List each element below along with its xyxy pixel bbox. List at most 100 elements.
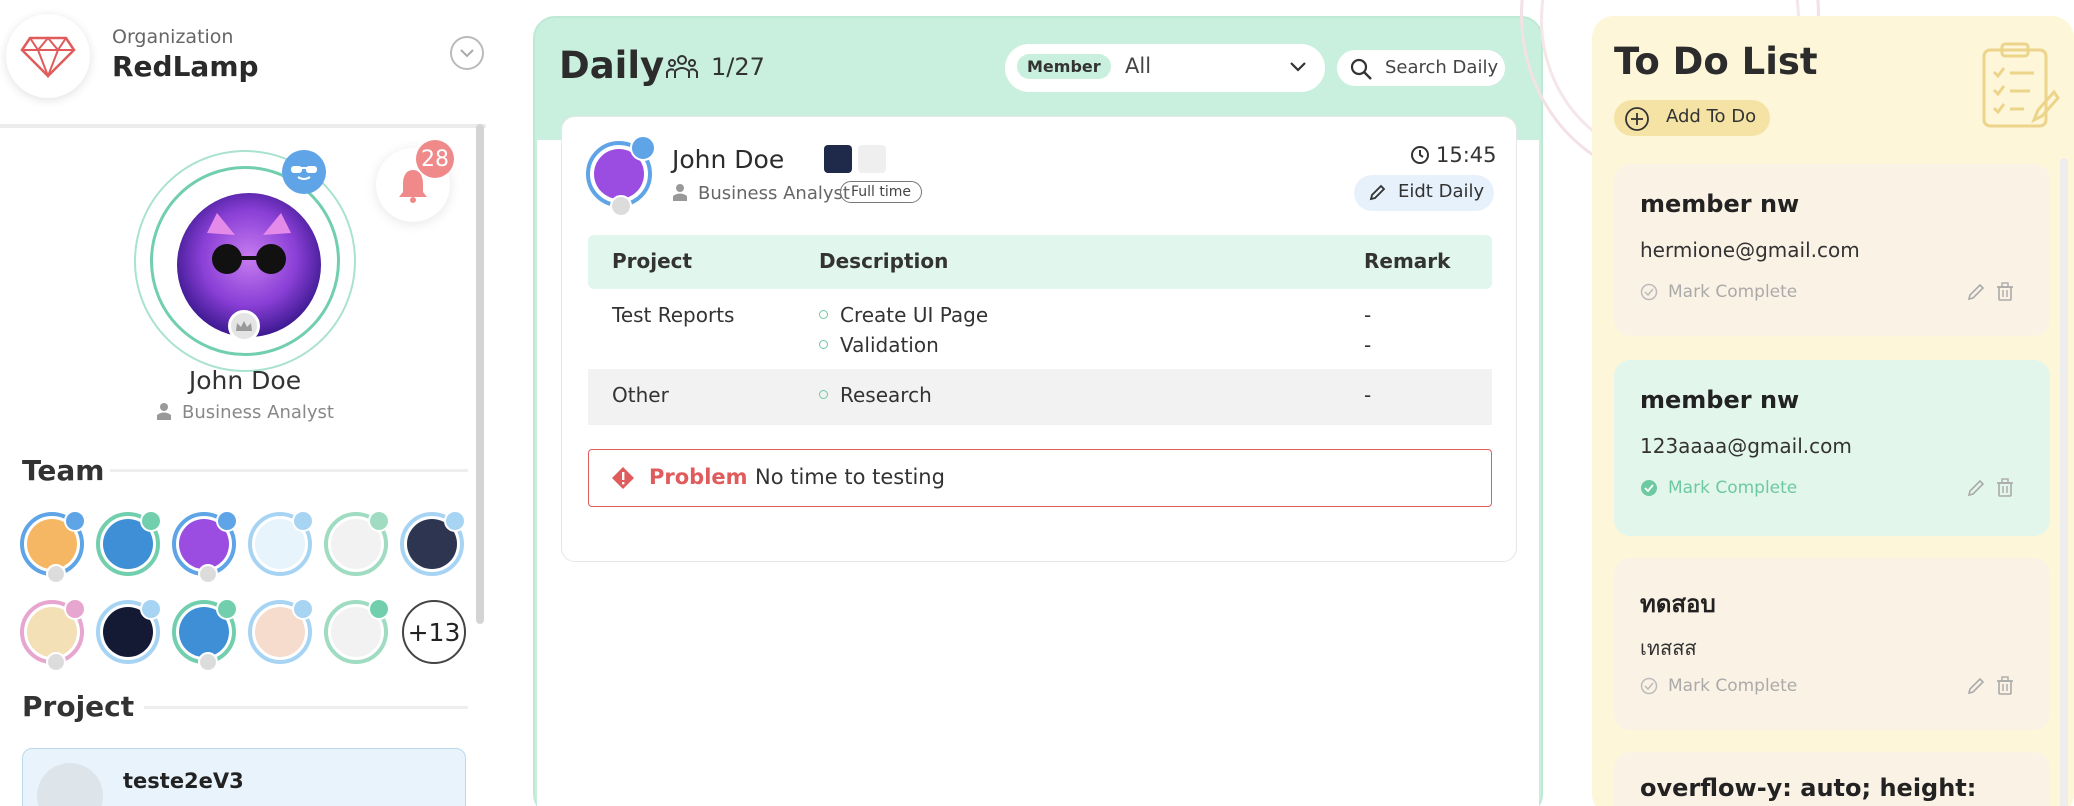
description-item: Validation xyxy=(819,333,939,357)
edit-daily-label: Eidt Daily xyxy=(1398,181,1485,202)
edit-daily-button[interactable]: Eidt Daily xyxy=(1354,175,1494,211)
problem-alert: Problem No time to testing xyxy=(588,449,1492,507)
clipboard-checklist-icon xyxy=(1980,40,2060,134)
search-daily-button[interactable]: Search Daily xyxy=(1337,50,1505,86)
crown-icon xyxy=(46,652,66,672)
member-filter-value: All xyxy=(1125,54,1152,78)
entry-time-value: 15:45 xyxy=(1436,143,1497,167)
remark-cell: - xyxy=(1364,333,1372,357)
team-member-avatar[interactable] xyxy=(96,510,162,576)
profile-name: John Doe xyxy=(188,366,302,395)
todo-card-title: member nw xyxy=(1640,386,1800,414)
team-member-avatar[interactable] xyxy=(96,598,162,664)
todo-card-detail: เทสสส xyxy=(1640,636,1697,660)
entry-role-label: Business Analyst xyxy=(698,183,850,204)
trash-icon xyxy=(1997,478,2013,497)
mark-complete-button[interactable]: Mark Complete xyxy=(1640,676,1797,700)
mark-complete-button[interactable]: Mark Complete xyxy=(1640,478,1797,502)
todo-card[interactable]: member nw hermione@gmail.com Mark Comple… xyxy=(1614,164,2050,336)
trash-icon xyxy=(1997,282,2013,301)
clock-icon xyxy=(1410,145,1430,170)
delete-todo-button[interactable] xyxy=(1996,282,2014,306)
team-member-avatar[interactable] xyxy=(20,598,86,672)
edit-todo-button[interactable] xyxy=(1966,676,1986,700)
warning-icon xyxy=(611,466,635,494)
page-title: Daily xyxy=(559,44,665,87)
todo-card[interactable]: overflow-y: auto; height: xyxy=(1614,752,2050,806)
mood-sad-icon xyxy=(444,510,466,532)
team-member-avatar[interactable] xyxy=(248,510,314,576)
pencil-icon xyxy=(1967,283,1985,301)
trash-icon xyxy=(1997,676,2013,695)
entry-member-role: Business Analyst xyxy=(672,183,850,206)
mood-love-icon xyxy=(64,598,86,620)
left-sidebar: Organization RedLamp 28 John Doe Busines… xyxy=(0,0,500,806)
pencil-icon xyxy=(1967,479,1985,497)
mood-cool-icon xyxy=(630,135,656,161)
divider xyxy=(0,124,486,128)
table-row: Other Research - xyxy=(588,369,1492,425)
team-title: Team xyxy=(22,454,105,487)
person-icon xyxy=(672,183,688,206)
todo-scrollbar[interactable] xyxy=(2060,158,2068,806)
project-title: Project xyxy=(22,690,135,723)
add-todo-button[interactable]: Add To Do xyxy=(1614,100,1770,136)
crown-icon xyxy=(198,652,218,672)
avatar[interactable] xyxy=(586,135,656,217)
team-member-avatar[interactable] xyxy=(172,510,238,584)
column-header: Remark xyxy=(1364,249,1451,273)
todo-card-title: overflow-y: auto; height: xyxy=(1640,774,1977,802)
check-circle-icon xyxy=(1640,283,1658,306)
profile-role: Business Analyst xyxy=(0,402,490,425)
chevron-down-icon xyxy=(1289,58,1307,77)
mood-happy-icon xyxy=(140,510,162,532)
edit-todo-button[interactable] xyxy=(1966,478,1986,502)
employment-badge: Full time xyxy=(840,181,923,203)
daily-entry-card: John Doe Business Analyst Full time 15:4… xyxy=(561,116,1517,562)
team-member-avatar[interactable] xyxy=(20,510,86,584)
description-item: Research xyxy=(819,383,932,407)
mood-cool-icon xyxy=(216,510,238,532)
badge-image xyxy=(858,145,886,173)
mood-cool-icon xyxy=(64,510,86,532)
daily-count: 1/27 xyxy=(711,53,765,81)
column-header: Project xyxy=(612,249,693,273)
team-member-avatar[interactable] xyxy=(248,598,314,664)
project-card[interactable]: teste2eV3 xyxy=(22,748,466,806)
mark-complete-button[interactable]: Mark Complete xyxy=(1640,282,1797,306)
check-circle-icon xyxy=(1640,677,1658,700)
org-logo[interactable] xyxy=(6,14,90,98)
pencil-icon xyxy=(1368,184,1386,206)
chevron-down-icon xyxy=(460,49,474,58)
todo-card[interactable]: ทดสอบ เทสสส Mark Complete xyxy=(1614,558,2050,730)
todo-card[interactable]: member nw 123aaaa@gmail.com Mark Complet… xyxy=(1614,360,2050,536)
team-member-avatar[interactable] xyxy=(324,510,390,576)
entry-member-name: John Doe xyxy=(672,145,785,174)
notification-count-badge: 28 xyxy=(416,140,454,178)
member-filter-label: Member xyxy=(1017,54,1111,79)
team-member-avatar[interactable] xyxy=(172,598,238,672)
daily-panel: Daily 1/27 Member All Search Daily John … xyxy=(533,16,1543,806)
team-member-avatar[interactable] xyxy=(400,510,466,576)
check-circle-filled-icon xyxy=(1640,479,1658,502)
person-icon xyxy=(156,402,172,425)
delete-todo-button[interactable] xyxy=(1996,478,2014,502)
member-filter-select[interactable]: Member All xyxy=(1005,44,1325,92)
badge-image xyxy=(824,145,852,173)
delete-todo-button[interactable] xyxy=(1996,676,2014,700)
project-cell: Other xyxy=(612,383,669,407)
crown-icon xyxy=(46,564,66,584)
todo-title: To Do List xyxy=(1614,40,1818,83)
column-header: Description xyxy=(819,249,949,273)
team-more-button[interactable]: +13 xyxy=(402,600,466,664)
org-switch-button[interactable] xyxy=(450,36,484,70)
divider xyxy=(110,469,468,472)
add-todo-label: Add To Do xyxy=(1666,106,1757,127)
edit-todo-button[interactable] xyxy=(1966,282,1986,306)
description-item: Create UI Page xyxy=(819,303,988,327)
team-member-avatar[interactable] xyxy=(324,598,390,664)
todo-card-detail: hermione@gmail.com xyxy=(1640,238,1860,262)
remark-cell: - xyxy=(1364,383,1372,407)
remark-cell: - xyxy=(1364,303,1372,327)
mood-happy-icon xyxy=(368,598,390,620)
